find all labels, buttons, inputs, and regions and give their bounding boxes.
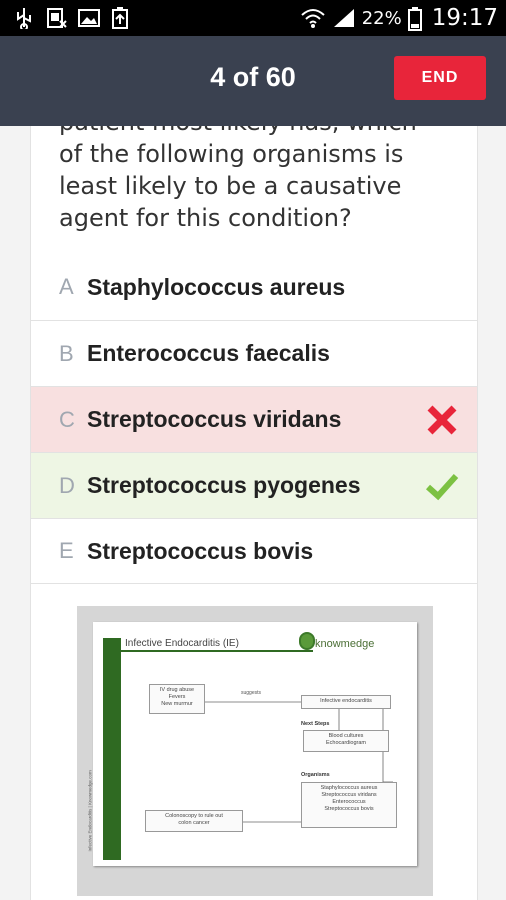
- diagram-sidebar: [103, 654, 121, 860]
- question-line-1: of the following organisms is: [59, 140, 404, 168]
- question-card: patient most likely has, which of the fo…: [30, 126, 478, 900]
- end-button[interactable]: END: [394, 56, 486, 100]
- organisms-label: Organisms: [301, 772, 330, 778]
- diagram-side-label: Infective Endocarditis | Knowmedge.com: [87, 770, 93, 852]
- answer-option-d[interactable]: D Streptococcus pyogenes: [31, 452, 477, 518]
- logo-avatar-icon: [299, 632, 315, 650]
- x-icon: [425, 403, 459, 437]
- answer-letter: C: [59, 406, 75, 432]
- clock: 19:17: [431, 5, 498, 31]
- sim-icon: [46, 7, 67, 29]
- next-steps-box: Blood cultures Echocardiogram: [303, 730, 389, 752]
- answer-list: A Staphylococcus aureus B Enterococcus f…: [31, 254, 477, 584]
- answer-text: Enterococcus faecalis: [87, 340, 330, 366]
- answer-text: Streptococcus bovis: [87, 537, 314, 564]
- answer-text: Streptococcus pyogenes: [87, 472, 361, 498]
- explanation-image[interactable]: Infective Endocarditis (IE) knowmedge In…: [77, 606, 433, 896]
- diagnosis-box: Infective endocarditis: [301, 695, 391, 709]
- answer-letter: B: [59, 340, 74, 366]
- answer-text: Staphylococcus aureus: [87, 273, 346, 300]
- answer-option-a[interactable]: A Staphylococcus aureus: [31, 254, 477, 320]
- answer-option-b[interactable]: B Enterococcus faecalis: [31, 320, 477, 386]
- image-icon: [78, 7, 100, 29]
- wifi-icon: [300, 7, 326, 29]
- question-line-3: agent for this condition?: [59, 204, 352, 232]
- answer-option-e[interactable]: E Streptococcus bovis: [31, 518, 477, 584]
- diagram-logo: knowmedge: [315, 638, 375, 650]
- diagram-title: Infective Endocarditis (IE): [103, 638, 313, 652]
- concept-diagram: Infective Endocarditis (IE) knowmedge In…: [88, 622, 417, 866]
- answer-text: Streptococcus viridans: [87, 406, 342, 432]
- organisms-box: Staphylococcus aureus Streptococcus viri…: [301, 782, 397, 828]
- suggests-label: suggests: [241, 690, 262, 696]
- answer-letter: E: [59, 538, 74, 563]
- battery-percent: 22%: [361, 7, 402, 29]
- question-text: patient most likely has, which of the fo…: [59, 126, 469, 234]
- question-line-2: least likely to be a causative: [59, 172, 402, 200]
- risk-factors-box: IV drug abuse Fevers New murmur: [149, 684, 205, 714]
- question-line-clipped: patient most likely has, which: [59, 126, 417, 138]
- usb-icon: [14, 7, 34, 31]
- signal-icon: [332, 7, 356, 29]
- checkmark-icon: [425, 469, 459, 503]
- answer-letter: D: [59, 472, 75, 498]
- colonoscopy-box: Colonoscopy to rule out colon cancer: [145, 810, 243, 832]
- answer-option-c[interactable]: C Streptococcus viridans: [31, 386, 477, 452]
- answer-letter: A: [59, 274, 74, 299]
- status-bar: 22% 19:17: [0, 0, 506, 36]
- battery-saver-icon: [110, 7, 130, 29]
- battery-icon: [407, 7, 422, 31]
- quiz-content[interactable]: patient most likely has, which of the fo…: [0, 126, 506, 900]
- quiz-header: 4 of 60 END: [0, 36, 506, 126]
- next-steps-label: Next Steps: [301, 721, 330, 727]
